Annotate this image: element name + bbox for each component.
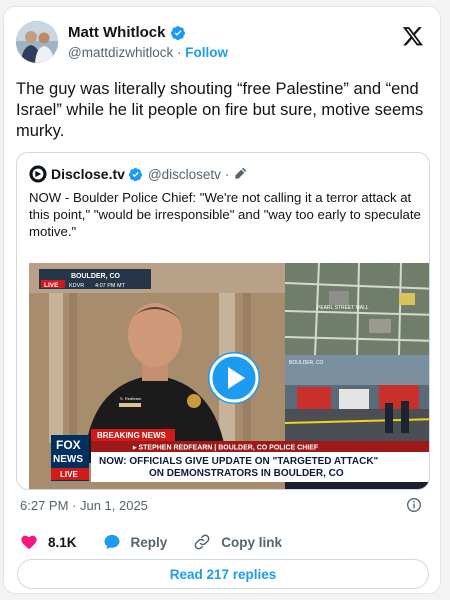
broadcast-time: 4:07 PM MT bbox=[95, 283, 126, 289]
author-handle-row: @mattdizwhitlock · Follow bbox=[68, 45, 228, 60]
author-name[interactable]: Matt Whitlock bbox=[68, 24, 166, 41]
author-avatar[interactable] bbox=[16, 21, 58, 63]
shirt-nameplate: S. Redfearn bbox=[120, 396, 141, 401]
reply-label: Reply bbox=[130, 534, 168, 550]
like-button[interactable]: 8.1K bbox=[20, 533, 77, 551]
tweet-timestamp[interactable]: 6:27 PM · Jun 1, 2025 bbox=[20, 498, 148, 513]
read-replies-button[interactable]: Read 217 replies bbox=[17, 559, 429, 589]
disclose-logo-icon bbox=[29, 165, 47, 183]
scene-label: BOULDER, CO bbox=[289, 360, 324, 366]
handle-separator: · bbox=[177, 45, 182, 60]
verified-badge-icon bbox=[170, 25, 185, 40]
logo-news: NEWS bbox=[53, 454, 83, 465]
heart-icon bbox=[21, 535, 37, 550]
action-bar: 8.1K Reply Copy link bbox=[20, 533, 308, 551]
quoted-tweet[interactable]: Disclose.tv @disclosetv · NOW - Boulder … bbox=[16, 152, 430, 490]
breaking-news-label: BREAKING NEWS bbox=[97, 431, 167, 440]
author-handle[interactable]: @mattdizwhitlock bbox=[68, 45, 173, 60]
edit-pencil-icon bbox=[235, 167, 247, 179]
play-icon[interactable] bbox=[208, 352, 260, 404]
author-name-row: Matt Whitlock bbox=[68, 24, 186, 41]
verified-badge-icon bbox=[128, 167, 142, 181]
x-logo-icon[interactable] bbox=[402, 25, 424, 47]
quote-author-name[interactable]: Disclose.tv bbox=[51, 166, 125, 182]
chyron-headline-1: NOW: OFFICIALS GIVE UPDATE ON "TARGETED … bbox=[99, 456, 379, 467]
map-label: PEARL STREET MALL bbox=[317, 305, 369, 311]
location-label: BOULDER, CO bbox=[71, 273, 121, 280]
quote-separator: · bbox=[224, 166, 230, 182]
video-player[interactable]: PEARL STREET MALL BOULDER, CO BOULDER, C… bbox=[29, 263, 429, 489]
reply-button[interactable]: Reply bbox=[103, 533, 168, 551]
chyron-name: ▸ STEPHEN REDFEARN | BOULDER, CO POLICE … bbox=[132, 445, 319, 452]
chyron-headline-2: ON DEMONSTRATORS IN BOULDER, CO bbox=[149, 468, 344, 479]
info-icon[interactable] bbox=[406, 497, 422, 513]
like-count: 8.1K bbox=[48, 534, 77, 550]
reply-bubble-icon bbox=[104, 534, 120, 550]
quote-text: NOW - Boulder Police Chief: "We're not c… bbox=[29, 190, 421, 239]
follow-button[interactable]: Follow bbox=[185, 45, 228, 60]
copy-link-label: Copy link bbox=[221, 534, 283, 550]
tweet-text: The guy was literally shouting “free Pal… bbox=[16, 80, 424, 140]
logo-fox: FOX bbox=[56, 438, 81, 452]
live-label: LIVE bbox=[44, 282, 59, 289]
quote-header: Disclose.tv @disclosetv · bbox=[29, 165, 247, 183]
copy-link-button[interactable]: Copy link bbox=[193, 533, 282, 551]
logo-live: LIVE bbox=[60, 470, 78, 479]
station-label: KDVR bbox=[69, 283, 84, 289]
link-icon bbox=[194, 534, 210, 550]
quote-author-handle[interactable]: @disclosetv bbox=[148, 167, 221, 182]
tweet-card: Matt Whitlock @mattdizwhitlock · Follow … bbox=[3, 6, 441, 594]
tweet-header: Matt Whitlock @mattdizwhitlock · Follow bbox=[16, 21, 428, 65]
